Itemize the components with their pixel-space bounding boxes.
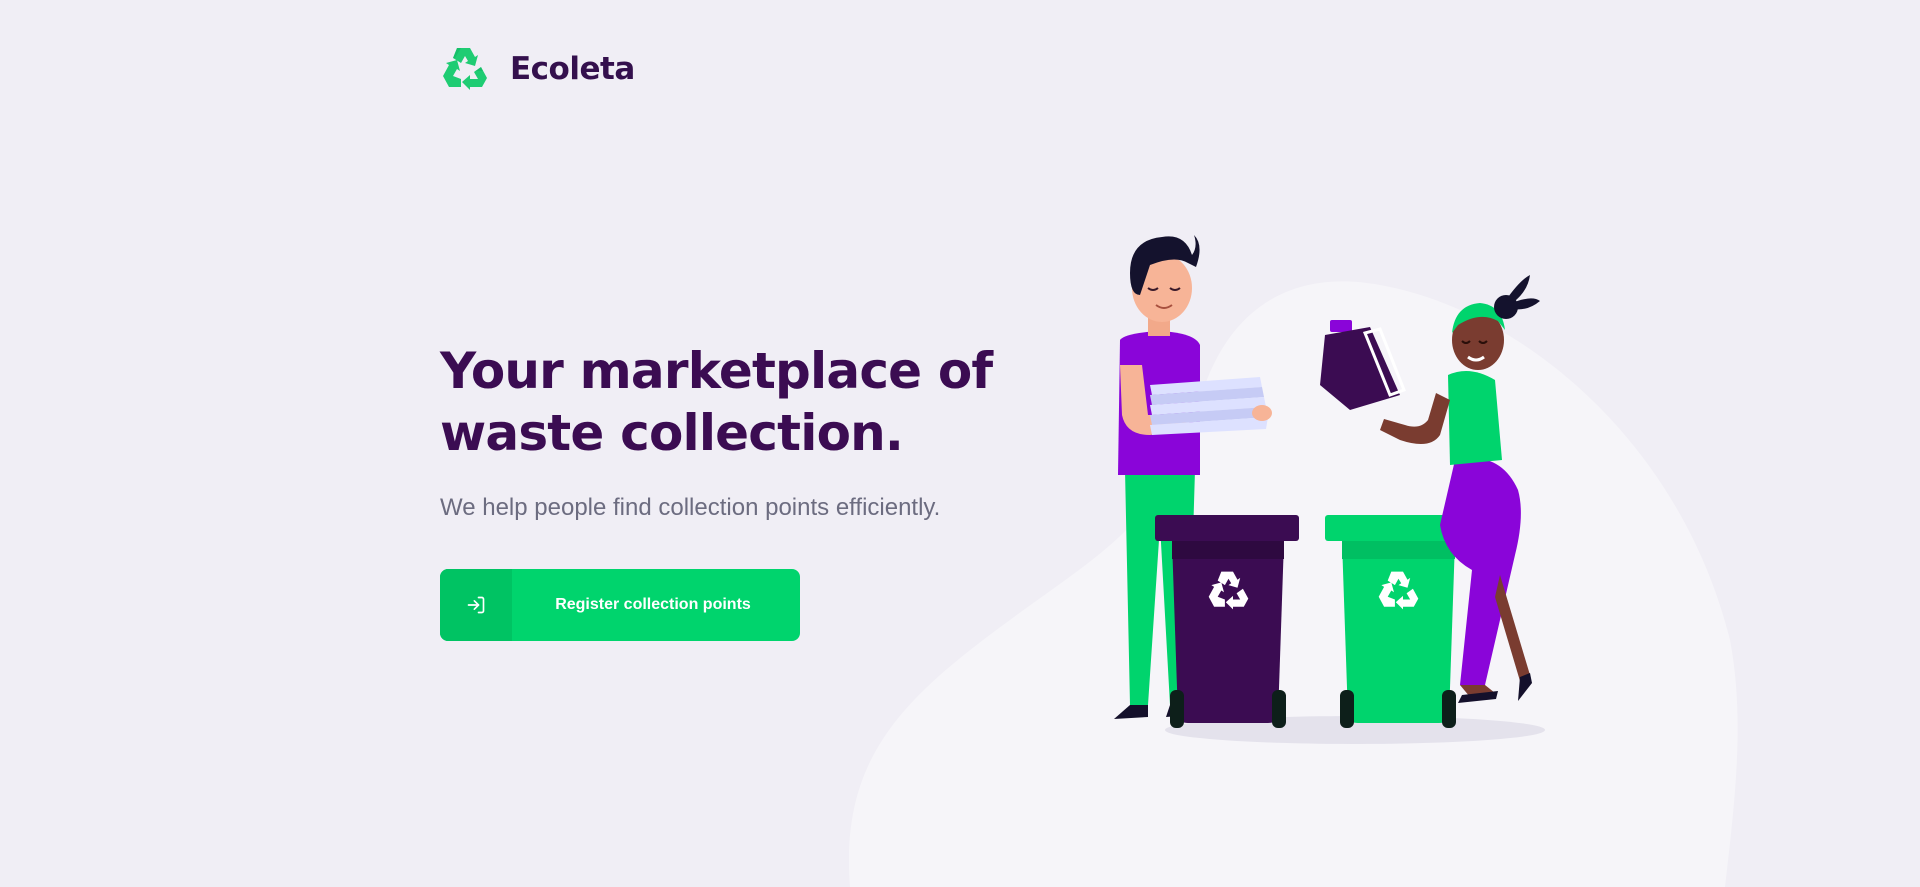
- brand-name: Ecoleta: [510, 51, 635, 87]
- hero-title: Your marketplace of waste collection.: [440, 342, 993, 462]
- log-in-icon: [467, 596, 485, 614]
- cta-icon-box: [440, 569, 512, 641]
- recycle-icon[interactable]: [440, 44, 490, 94]
- purple-bin: [1155, 515, 1299, 728]
- landing-page: Ecoleta Your marketplace of waste collec…: [0, 0, 1920, 887]
- cta-label: Register collection points: [555, 596, 751, 613]
- jug: [1320, 320, 1406, 410]
- header: Ecoleta: [440, 44, 635, 94]
- recycling-people-illustration: [1114, 235, 1545, 744]
- hero-subtitle: We help people find collection points ef…: [440, 494, 941, 521]
- register-collection-points-button[interactable]: Register collection points: [440, 569, 800, 641]
